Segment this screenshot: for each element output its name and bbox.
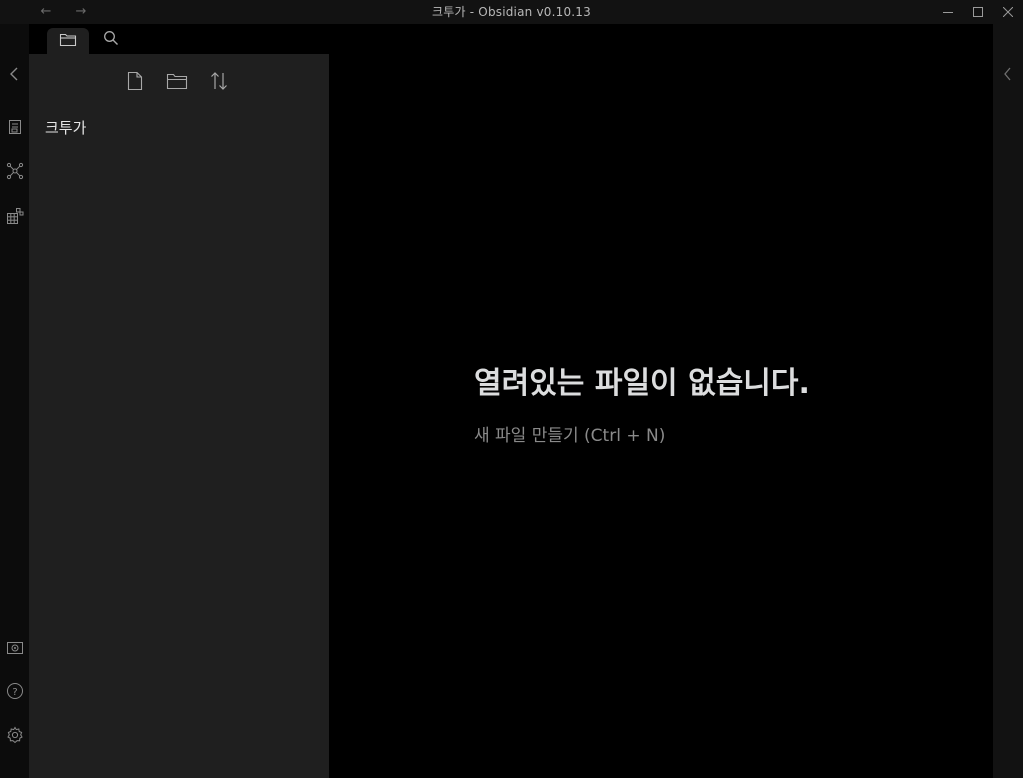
settings-icon[interactable] bbox=[3, 723, 26, 746]
file-explorer-panel: 크투가 bbox=[29, 54, 329, 778]
close-icon[interactable] bbox=[993, 0, 1023, 24]
vault-name[interactable]: 크투가 bbox=[45, 117, 86, 138]
collapse-left-icon[interactable] bbox=[3, 62, 26, 85]
ribbon: ? bbox=[0, 24, 29, 778]
new-folder-button[interactable] bbox=[164, 70, 190, 96]
new-folder-icon bbox=[166, 72, 188, 94]
sort-button[interactable] bbox=[206, 70, 232, 96]
sidebar-tab-strip bbox=[29, 24, 329, 54]
folder-icon bbox=[59, 32, 77, 51]
new-note-button[interactable] bbox=[122, 70, 148, 96]
arrow-right-icon[interactable]: → bbox=[72, 3, 90, 21]
open-vault-icon[interactable] bbox=[3, 636, 26, 659]
empty-state-title: 열려있는 파일이 없습니다. bbox=[474, 366, 810, 401]
help-icon[interactable]: ? bbox=[3, 679, 26, 702]
collapse-right-icon[interactable] bbox=[999, 64, 1017, 84]
svg-text:?: ? bbox=[12, 687, 17, 698]
maximize-icon[interactable] bbox=[963, 0, 993, 24]
new-note-icon bbox=[127, 71, 143, 95]
graph-view-icon[interactable] bbox=[3, 159, 26, 182]
tab-file-explorer[interactable] bbox=[47, 28, 89, 54]
right-sidebar bbox=[993, 24, 1023, 778]
tab-search[interactable] bbox=[99, 28, 123, 52]
open-sandbox-icon[interactable] bbox=[3, 204, 26, 227]
create-new-file-link[interactable]: 새 파일 만들기 (Ctrl + N) bbox=[474, 421, 665, 446]
title-bar: 크투가 - Obsidian v0.10.13 ← → bbox=[0, 0, 1023, 24]
editor-area: 열려있는 파일이 없습니다. 새 파일 만들기 (Ctrl + N) bbox=[329, 24, 993, 778]
window-title: 크투가 - Obsidian v0.10.13 bbox=[432, 5, 591, 19]
search-icon bbox=[103, 30, 119, 50]
open-quick-switcher-icon[interactable] bbox=[3, 115, 26, 138]
sort-icon bbox=[209, 71, 229, 95]
minimize-icon[interactable] bbox=[933, 0, 963, 24]
arrow-left-icon[interactable]: ← bbox=[37, 3, 55, 21]
